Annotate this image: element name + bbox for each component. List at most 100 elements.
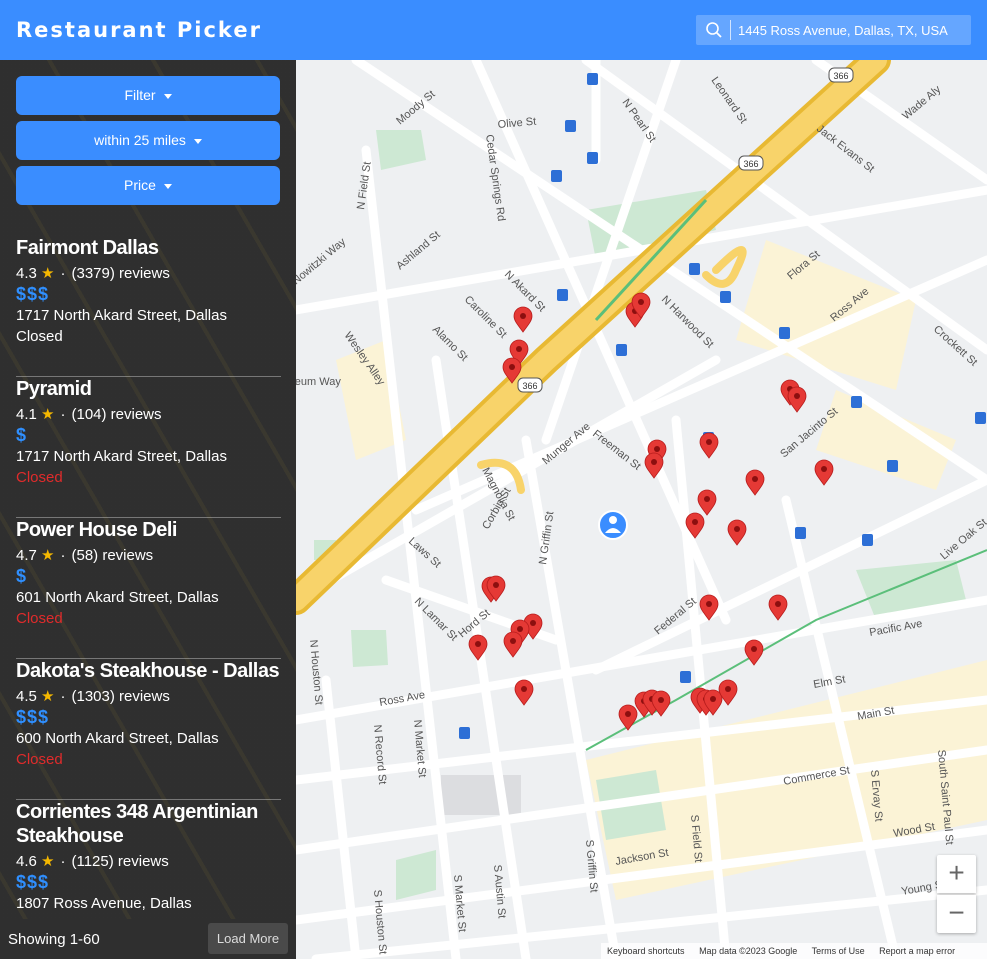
marker-dot — [493, 582, 499, 588]
marker-dot — [654, 446, 660, 452]
separator-dot: · — [60, 406, 66, 423]
restaurant-marker-icon[interactable] — [503, 631, 523, 658]
restaurant-marker-icon[interactable] — [699, 432, 719, 459]
price-button[interactable]: Price — [16, 166, 280, 205]
result-rating: 4.3 — [16, 265, 37, 282]
result-name[interactable]: Fairmont Dallas — [16, 236, 281, 260]
marker-dot — [638, 299, 644, 305]
marker-dot — [651, 459, 657, 465]
marker-dot — [704, 496, 710, 502]
restaurant-marker-icon[interactable] — [685, 512, 705, 539]
restaurant-marker-icon[interactable] — [744, 639, 764, 666]
caret-down-icon — [193, 138, 202, 144]
restaurant-marker-icon[interactable] — [651, 690, 671, 717]
result-rating-row: 4.6 ★ · (1125) reviews — [16, 851, 281, 872]
result-status: Closed — [16, 751, 63, 768]
marker-dot — [725, 686, 731, 692]
restaurant-marker-icon[interactable] — [618, 704, 638, 731]
restaurant-marker-icon[interactable] — [768, 594, 788, 621]
distance-button-label: within 25 miles — [94, 132, 186, 148]
result-item[interactable]: Fairmont Dallas 4.3 ★ · (3379) reviews $$$… — [16, 236, 281, 377]
restaurant-marker-icon[interactable] — [787, 386, 807, 413]
marker-dot — [475, 641, 481, 647]
restaurant-marker-icon[interactable] — [644, 452, 664, 479]
keyboard-shortcuts-link[interactable]: Keyboard shortcuts — [607, 946, 685, 956]
result-item[interactable]: Power House Deli 4.7 ★ · (58) reviews $ 60… — [16, 518, 281, 659]
restaurant-marker-icon[interactable] — [502, 357, 522, 384]
star-icon: ★ — [41, 688, 55, 705]
price-button-label: Price — [124, 177, 156, 193]
filter-button-label: Filter — [124, 87, 156, 103]
result-reviews: (1303) reviews — [71, 688, 170, 705]
separator-dot: · — [60, 265, 66, 282]
restaurant-marker-icon[interactable] — [697, 489, 717, 516]
zoom-in-button[interactable]: + — [937, 855, 976, 893]
result-rating-row: 4.3 ★ · (3379) reviews — [16, 263, 281, 284]
marker-group[interactable] — [468, 292, 834, 731]
result-address: 601 North Akard Street, Dallas — [16, 589, 219, 606]
location-search-input[interactable] — [738, 19, 966, 41]
result-price: $$$ — [16, 284, 50, 304]
result-address: 1807 Ross Avenue, Dallas — [16, 895, 192, 912]
result-status: Closed — [16, 469, 63, 486]
map-view[interactable]: 366 366 366 Moody St Olive St N Pearl St… — [296, 60, 987, 959]
marker-dot — [658, 697, 664, 703]
result-reviews: (3379) reviews — [71, 265, 170, 282]
restaurant-marker-icon[interactable] — [699, 594, 719, 621]
result-address: 600 North Akard Street, Dallas — [16, 730, 219, 747]
restaurant-marker-icon[interactable] — [745, 469, 765, 496]
result-price: $ — [16, 425, 28, 445]
result-status: Closed — [16, 610, 63, 627]
result-rating-row: 4.7 ★ · (58) reviews — [16, 545, 281, 566]
distance-button[interactable]: within 25 miles — [16, 121, 280, 160]
filter-button[interactable]: Filter — [16, 76, 280, 115]
separator-dot: · — [60, 688, 66, 705]
result-name[interactable]: Dakota's Steakhouse - Dallas — [16, 659, 281, 683]
result-name[interactable]: Pyramid — [16, 377, 281, 401]
star-icon: ★ — [41, 265, 55, 282]
marker-dot — [692, 519, 698, 525]
separator-dot: · — [60, 547, 66, 564]
restaurant-markers[interactable] — [296, 60, 987, 959]
result-name[interactable]: Power House Deli — [16, 518, 281, 542]
app-header: Restaurant Picker — [0, 0, 987, 60]
caret-down-icon — [163, 93, 172, 99]
terms-link[interactable]: Terms of Use — [812, 946, 865, 956]
star-icon: ★ — [41, 547, 55, 564]
marker-dot — [509, 364, 515, 370]
marker-dot — [625, 711, 631, 717]
marker-dot — [517, 626, 523, 632]
restaurant-marker-icon[interactable] — [727, 519, 747, 546]
marker-dot — [734, 526, 740, 532]
marker-dot — [821, 466, 827, 472]
results-sidebar: Filter within 25 miles Price Fairmont Da… — [0, 60, 296, 959]
showing-count: Showing 1-60 — [8, 931, 100, 948]
result-price: $ — [16, 566, 28, 586]
load-more-button[interactable]: Load More — [208, 923, 288, 954]
marker-dot — [794, 393, 800, 399]
report-error-link[interactable]: Report a map error — [879, 946, 955, 956]
map-attribution: Keyboard shortcuts Map data ©2023 Google… — [601, 943, 987, 959]
restaurant-marker-icon[interactable] — [514, 679, 534, 706]
result-item[interactable]: Pyramid 4.1 ★ · (104) reviews $ 1717 North… — [16, 377, 281, 518]
restaurant-marker-icon[interactable] — [513, 306, 533, 333]
marker-dot — [710, 696, 716, 702]
result-reviews: (1125) reviews — [71, 853, 169, 870]
result-address: 1717 North Akard Street, Dallas — [16, 307, 227, 324]
zoom-out-button[interactable]: − — [937, 895, 976, 933]
star-icon: ★ — [41, 406, 55, 423]
marker-dot — [706, 601, 712, 607]
search-icon[interactable] — [705, 21, 723, 39]
star-icon: ★ — [41, 853, 55, 870]
result-reviews: (104) reviews — [71, 406, 162, 423]
result-name[interactable]: Corrientes 348 Argentinian Steakhouse — [16, 800, 281, 848]
restaurant-marker-icon[interactable] — [814, 459, 834, 486]
result-item[interactable]: Dakota's Steakhouse - Dallas 4.5 ★ · (1303… — [16, 659, 281, 800]
results-list: Fairmont Dallas 4.3 ★ · (3379) reviews $$$… — [16, 236, 281, 941]
result-price: $$$ — [16, 707, 50, 727]
marker-dot — [775, 601, 781, 607]
location-search-box[interactable] — [696, 15, 971, 45]
marker-dot — [516, 346, 522, 352]
marker-dot — [706, 439, 712, 445]
restaurant-marker-icon[interactable] — [468, 634, 488, 661]
